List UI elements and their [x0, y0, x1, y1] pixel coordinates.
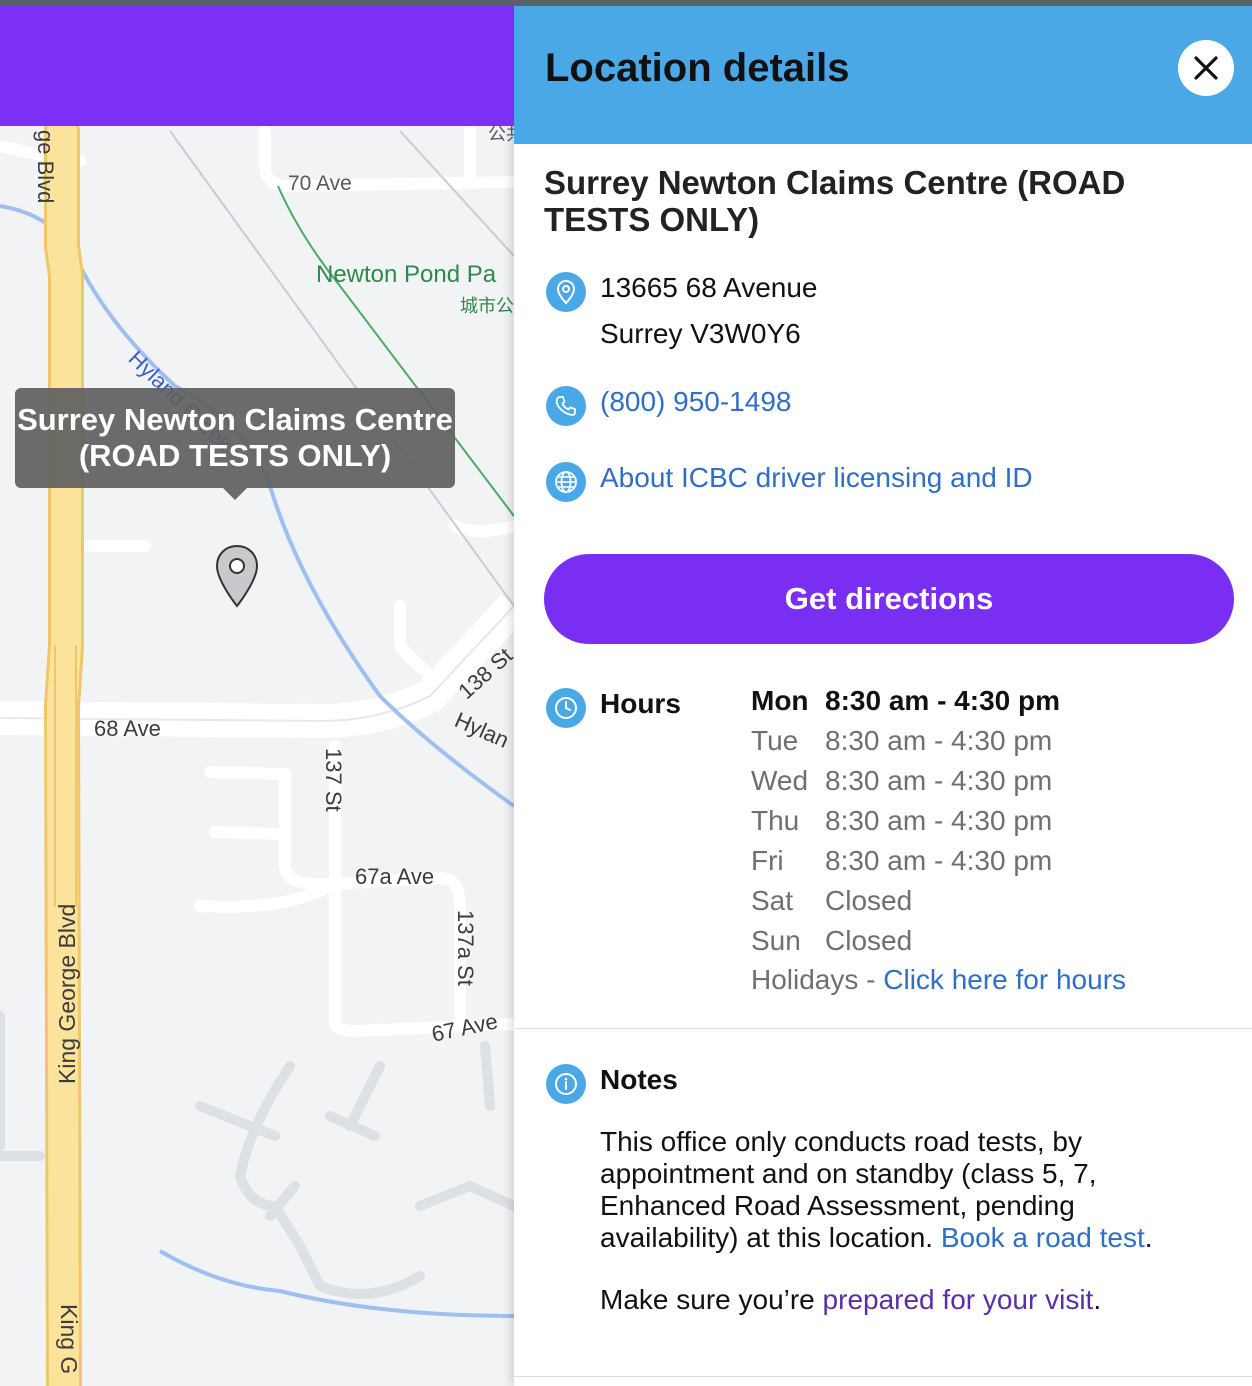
get-directions-button[interactable]: Get directions: [544, 554, 1234, 644]
clock-icon: [546, 688, 586, 728]
section-divider: [514, 1028, 1252, 1029]
window-top-border: [0, 0, 1252, 6]
bottom-divider: [514, 1376, 1252, 1377]
hours-row: Mon 8:30 am - 4:30 pm: [751, 685, 1060, 725]
map-label-newton-pond: Newton Pond Pa: [316, 261, 497, 288]
hours-day: Tue: [751, 725, 799, 756]
hours-table: Mon 8:30 am - 4:30 pm Tue 8:30 am - 4:30 p…: [751, 685, 1060, 965]
hours-row: Sat Closed: [751, 885, 1060, 925]
hours-time: 8:30 am - 4:30 pm: [825, 725, 1053, 756]
map-label-68-ave: 68 Ave: [94, 716, 161, 741]
map-marker-tooltip: Surrey Newton Claims Centre (ROAD TESTS …: [15, 388, 455, 488]
map-label-137a-st: 137a St: [453, 910, 478, 986]
book-road-test-link[interactable]: Book a road test: [941, 1222, 1145, 1253]
hours-row: Tue 8:30 am - 4:30 pm: [751, 725, 1060, 765]
hours-time: Closed: [825, 885, 913, 916]
site-header-bar: [0, 6, 514, 126]
panel-title: Location details: [545, 46, 850, 90]
hours-day: Sun: [751, 925, 801, 956]
hours-time: 8:30 am - 4:30 pm: [825, 805, 1053, 836]
location-details-panel: Location details Surrey Newton Claims Ce…: [514, 6, 1252, 1386]
globe-icon: [546, 462, 586, 502]
hours-day: Sat: [751, 885, 794, 916]
notes-visit-text: Make sure you’re prepared for your visit…: [600, 1284, 1220, 1316]
holidays-prefix: Holidays -: [751, 964, 884, 995]
hours-time: 8:30 am - 4:30 pm: [825, 685, 1060, 716]
hours-day: Thu: [751, 805, 800, 836]
location-name: Surrey Newton Claims Centre (ROAD TESTS …: [544, 164, 1126, 238]
location-pin-icon: [546, 272, 586, 312]
holidays-row: Holidays - Click here for hours: [751, 964, 1126, 996]
tooltip-arrow: [223, 488, 247, 500]
panel-header: Location details: [514, 6, 1252, 144]
hours-day: Mon: [751, 685, 809, 716]
phone-icon: [546, 386, 586, 426]
close-button[interactable]: [1178, 40, 1234, 96]
notes-period: .: [1144, 1222, 1153, 1253]
notes-text: This office only conducts road tests, by…: [600, 1126, 1220, 1254]
address-line-1: 13665 68 Avenue: [600, 272, 818, 303]
phone-link[interactable]: (800) 950-1498: [600, 386, 791, 417]
notes-visit-period: .: [1093, 1284, 1102, 1315]
prepared-for-visit-link[interactable]: prepared for your visit: [823, 1284, 1094, 1315]
hours-row: Sun Closed: [751, 925, 1060, 965]
hours-time: 8:30 am - 4:30 pm: [825, 845, 1053, 876]
notes-label: Notes: [600, 1064, 678, 1095]
hours-time: Closed: [825, 925, 913, 956]
holidays-hours-link[interactable]: Click here for hours: [883, 964, 1126, 995]
map-label-king-george-main: King George Blvd: [54, 903, 80, 1084]
hours-row: Thu 8:30 am - 4:30 pm: [751, 805, 1060, 845]
map-label-67a-ave: 67a Ave: [355, 864, 435, 889]
info-icon: [546, 1064, 586, 1104]
map-label-newton-pond-cn: 城市公: [460, 296, 514, 316]
hours-row: Wed 8:30 am - 4:30 pm: [751, 765, 1060, 805]
map-label-king-george-top: ge Blvd: [33, 130, 58, 204]
hours-day: Wed: [751, 765, 809, 796]
map-roads: [0, 113, 514, 1386]
hours-row: Fri 8:30 am - 4:30 pm: [751, 845, 1060, 885]
close-icon: [1194, 56, 1218, 80]
map-label-70-ave: 70 Ave: [288, 172, 352, 195]
hours-time: 8:30 am - 4:30 pm: [825, 765, 1053, 796]
about-licensing-link[interactable]: About ICBC driver licensing and ID: [600, 462, 1033, 493]
map-label-king-george-bottom: King G: [56, 1304, 82, 1375]
hours-label: Hours: [600, 688, 681, 719]
map-label-137-st: 137 St: [321, 748, 346, 812]
map-marker-icon[interactable]: [214, 544, 260, 608]
address-line-2: Surrey V3W0Y6: [600, 318, 801, 349]
notes-visit-prefix: Make sure you’re: [600, 1284, 823, 1315]
map[interactable]: ge Blvd 公共 70 Ave Newton Pond Pa 城市公 Hyl…: [0, 6, 514, 1386]
hours-day: Fri: [751, 845, 784, 876]
